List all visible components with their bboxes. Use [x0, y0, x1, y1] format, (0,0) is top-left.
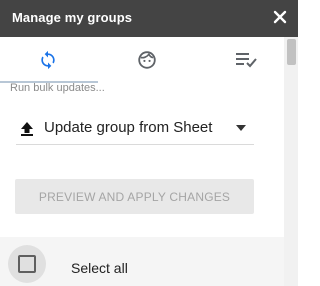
manage-groups-panel: Manage my groups Run bulk updates... Upd… — [0, 0, 298, 286]
scrollbar-thumb[interactable] — [287, 39, 296, 65]
bulk-action-select[interactable]: Update group from Sheet — [16, 111, 254, 145]
title-bar: Manage my groups — [0, 0, 298, 37]
playlist-check-icon — [236, 53, 257, 68]
face-icon — [138, 51, 156, 69]
tab-bar — [0, 37, 284, 83]
close-icon[interactable] — [271, 8, 289, 26]
hint-text: Run bulk updates... — [10, 82, 105, 94]
select-all-label: Select all — [71, 260, 128, 276]
sync-icon — [41, 50, 55, 70]
select-all-row: Select all — [0, 237, 284, 286]
tab-bulk-update[interactable] — [0, 37, 98, 83]
chevron-down-icon — [236, 125, 246, 131]
tab-review[interactable] — [196, 37, 284, 83]
upload-icon — [21, 122, 33, 136]
select-all-checkbox[interactable] — [18, 255, 36, 273]
bulk-action-selected: Update group from Sheet — [44, 119, 213, 136]
panel-title: Manage my groups — [12, 10, 133, 25]
checkbox-ripple — [8, 245, 46, 283]
tab-members[interactable] — [98, 37, 196, 83]
preview-apply-button[interactable]: PREVIEW AND APPLY CHANGES — [15, 179, 254, 214]
scrollbar[interactable] — [284, 37, 298, 286]
